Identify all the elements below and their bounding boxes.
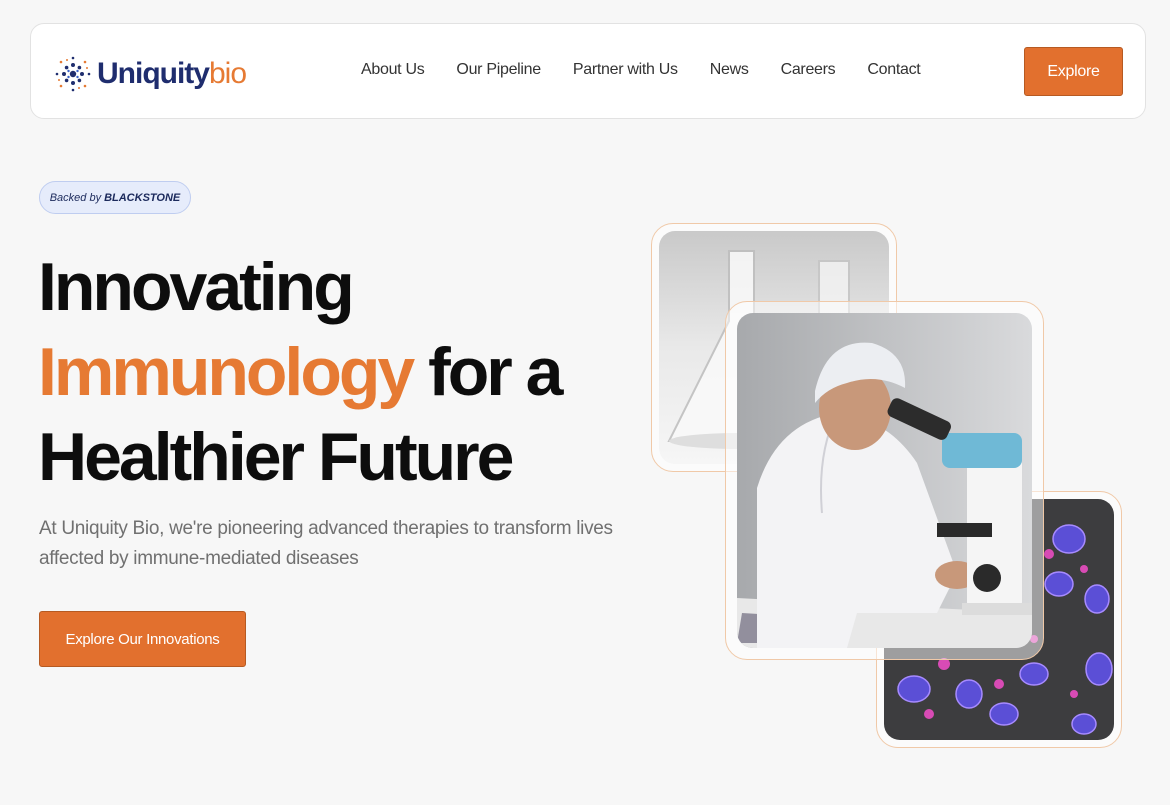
headline-line1: Innovating <box>38 249 355 325</box>
main-nav: About Us Our Pipeline Partner with Us Ne… <box>361 61 952 79</box>
nav-link-careers[interactable]: Careers <box>781 61 836 79</box>
explore-button[interactable]: Explore <box>1024 47 1123 96</box>
brand-name-part2: bio <box>209 57 247 90</box>
badge-brand: BLACKSTONE <box>104 191 181 204</box>
brand-wordmark: Uniquitybio <box>97 57 247 91</box>
badge-prefix: Backed by <box>49 191 102 204</box>
backed-by-badge: Backed by BLACKSTONE <box>39 181 191 214</box>
headline-line2-rest: for a <box>412 334 563 410</box>
headline-line3: Healthier Future <box>38 419 514 495</box>
hero-headline: Innovating Immunology for a Healthier Fu… <box>38 245 658 500</box>
top-navbar: Uniquitybio About Us Our Pipeline Partne… <box>30 23 1146 119</box>
nav-link-news[interactable]: News <box>710 61 749 79</box>
brand-logo[interactable]: Uniquitybio <box>53 54 247 94</box>
scientist-microscope-photo <box>737 313 1032 648</box>
brand-name-part1: Uniquity <box>97 57 210 90</box>
headline-accent: Immunology <box>38 334 415 410</box>
nav-link-contact[interactable]: Contact <box>867 61 920 79</box>
nav-link-partner-with-us[interactable]: Partner with Us <box>573 61 678 79</box>
explore-innovations-button[interactable]: Explore Our Innovations <box>39 611 246 667</box>
nav-link-our-pipeline[interactable]: Our Pipeline <box>456 61 541 79</box>
nav-link-about-us[interactable]: About Us <box>361 61 425 79</box>
starburst-logo-icon <box>55 56 91 92</box>
hero-subtext: At Uniquity Bio, we're pioneering advanc… <box>39 518 613 569</box>
